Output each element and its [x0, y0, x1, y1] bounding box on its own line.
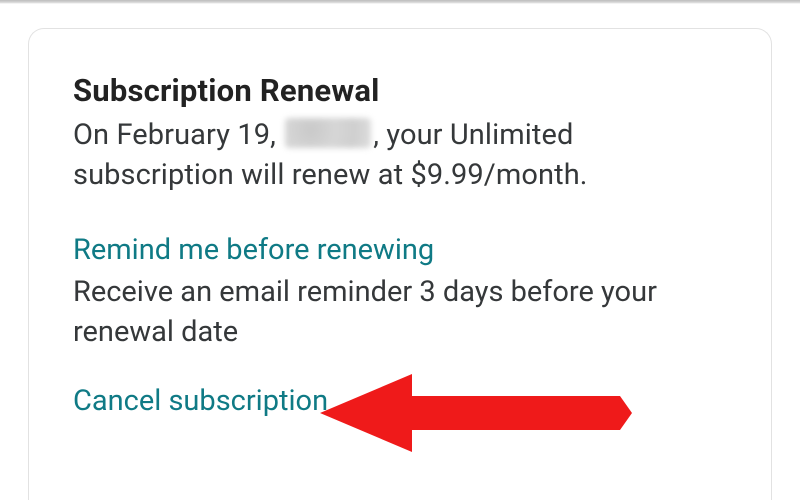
renewal-text-block: On February 19, , your Unlimited subscri…	[73, 115, 727, 195]
remind-me-link[interactable]: Remind me before renewing	[73, 233, 434, 267]
subscription-card: Subscription Renewal On February 19, , y…	[28, 28, 772, 500]
card-title: Subscription Renewal	[73, 73, 727, 109]
remind-description: Receive an email reminder 3 days before …	[73, 272, 727, 352]
cancel-subscription-link[interactable]: Cancel subscription	[73, 384, 328, 418]
top-divider	[0, 0, 800, 4]
renewal-text-prefix: On February 19,	[73, 118, 283, 152]
redacted-year	[285, 118, 371, 148]
remind-section: Remind me before renewing Receive an ema…	[73, 231, 727, 352]
cancel-section: Cancel subscription	[73, 382, 727, 421]
screen-frame: Subscription Renewal On February 19, , y…	[0, 0, 800, 500]
